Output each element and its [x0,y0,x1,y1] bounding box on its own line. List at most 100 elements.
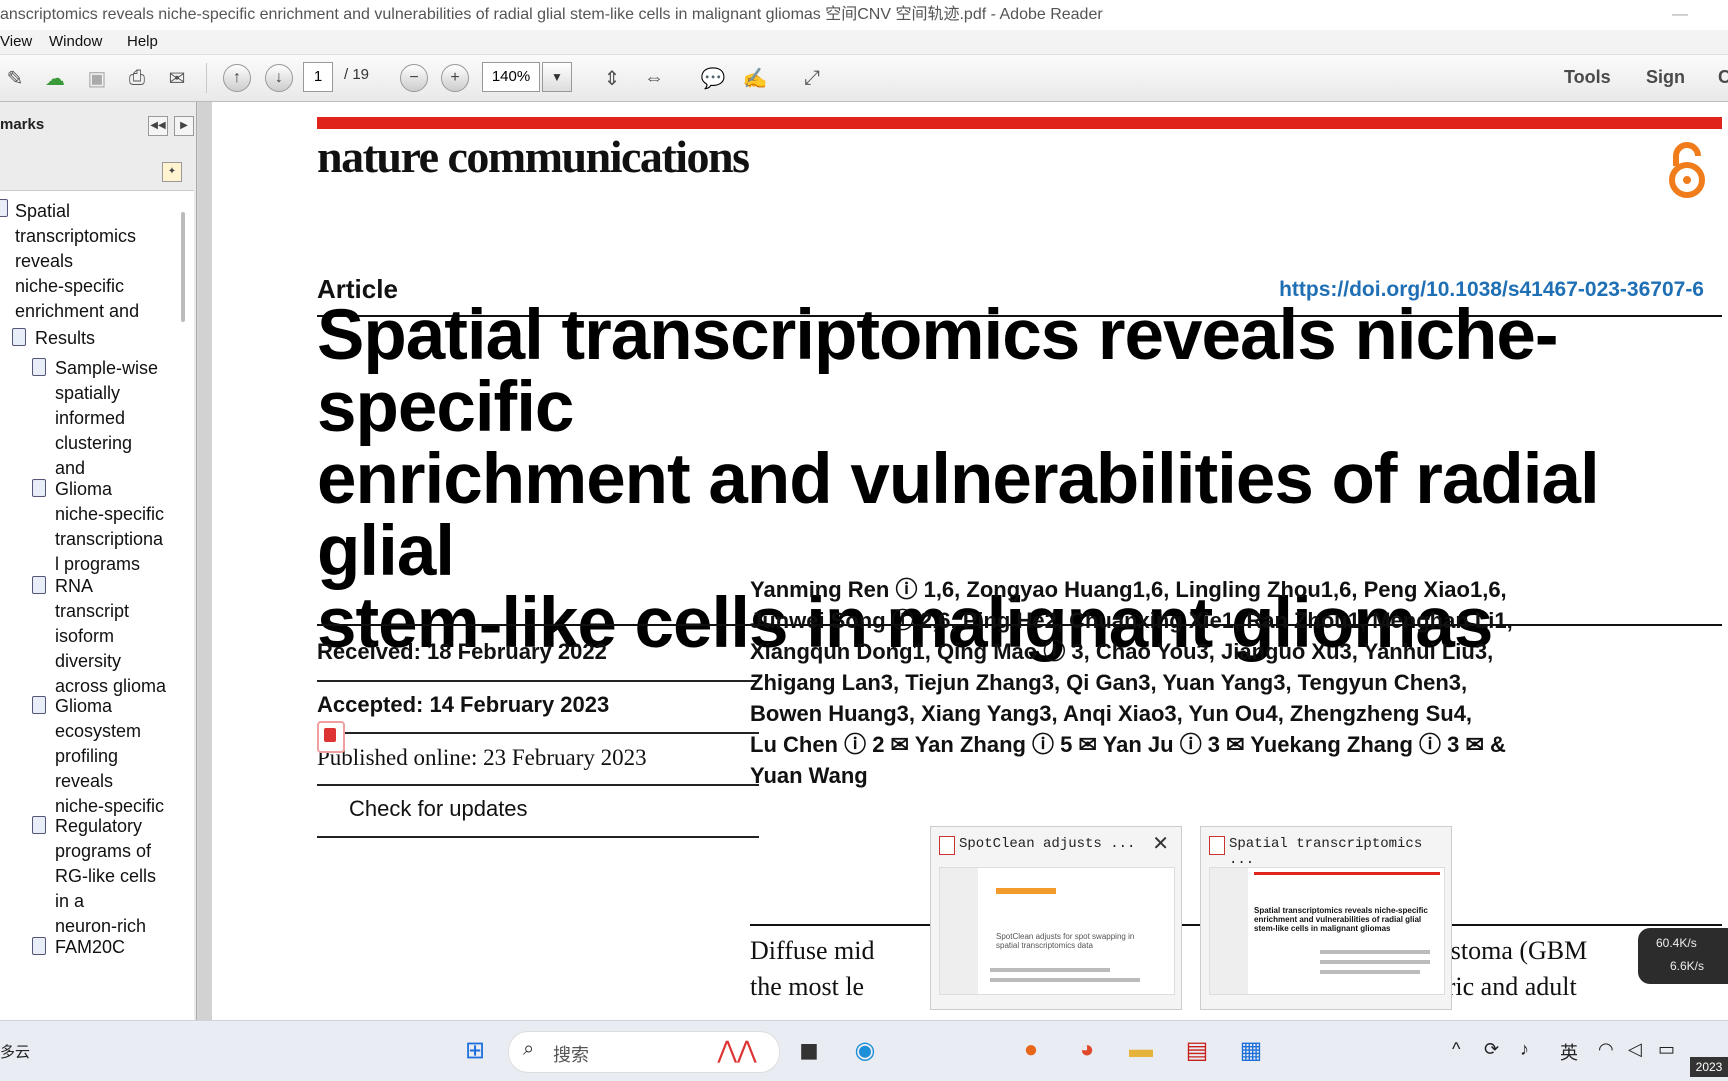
open-access-icon [1669,142,1705,198]
search-icon: ⌕ [523,1038,535,1060]
check-for-updates-link[interactable]: Check for updates [349,796,528,822]
journal-red-bar [317,117,1722,129]
fullscreen-icon[interactable]: ⤢ [797,63,827,93]
bookmark-icon [12,328,26,346]
bookmark-root[interactable]: Spatial transcriptomics reveals niche-sp… [15,199,139,324]
abstract-text: the most le [750,972,865,1001]
bookmarks-header: marks [0,116,45,133]
menu-bar: View Window Help [0,30,1728,55]
search-placeholder: 搜索 [553,1045,589,1065]
bookmark-tree: Spatial transcriptomics reveals niche-sp… [0,190,194,1021]
zoom-in-icon[interactable]: + [440,63,470,93]
taskbar-preview-spotclean[interactable]: SpotClean adjusts ... ✕ SpotClean adjust… [930,826,1182,1010]
taskbar-preview-spatial[interactable]: Spatial transcriptomics ... Spatial tran… [1200,826,1452,1010]
bookmark-item[interactable]: Glioma ecosystem profiling reveals niche-spe… [55,694,164,819]
zoom-out-icon[interactable]: − [399,63,429,93]
bookmarks-panel: marks ◀◀ ▶ ✦ Spatial transcriptomics rev… [0,102,197,1021]
system-clock[interactable]: 2023 [1690,1057,1728,1077]
upload-cloud-icon[interactable]: ☁ [40,63,70,93]
file-explorer-icon[interactable]: ▬ [1124,1033,1158,1067]
comment-button[interactable]: C [1718,67,1728,88]
email-icon[interactable]: ✉ [162,63,192,93]
menu-help[interactable]: Help [127,33,158,50]
close-icon[interactable]: ✕ [1152,831,1169,856]
bookmark-item[interactable]: Sample-wise spatially informed clustering an… [55,356,158,481]
next-page-icon[interactable]: ↓ [264,63,294,93]
wifi-icon[interactable]: ◠ [1598,1039,1614,1060]
windows-taskbar: 多云 ⊞ ⌕ 搜索 ⋀⋀ ◼ ◉ ● ◕ ▬ ▤ ▦ ^ ⟳ ♪ 英 ◠ ◁ ▭… [0,1020,1728,1081]
bookmark-results[interactable]: Results [35,326,95,351]
abstract-text: Diffuse mid [750,936,875,965]
window-title: anscriptomics reveals niche-specific enr… [0,6,1103,23]
sidebar-scrollbar[interactable] [181,212,185,322]
ime-indicator[interactable]: 英 [1560,1039,1578,1065]
pdf-file-icon [1209,836,1225,855]
bookmark-icon [0,199,8,217]
menu-window[interactable]: Window [49,33,102,50]
page-total: / 19 [344,66,370,83]
upload-speed: 60.4K/s [1656,936,1697,950]
divider [317,836,759,838]
bookmark-icon [32,696,46,714]
bookmark-item[interactable]: Glioma niche-specific transcriptiona l prog… [55,477,164,577]
sync-icon[interactable]: ⟳ [1484,1039,1499,1060]
received-date: Received: 18 February 2022 [317,639,607,664]
bookmark-item[interactable]: RNA transcript isoform diversity across glio… [55,574,166,699]
task-view-icon[interactable]: ◼ [792,1033,826,1067]
published-date: Published online: 23 February 2023 [317,745,647,770]
divider [317,732,759,734]
sign-button[interactable]: Sign [1646,67,1685,88]
preview-thumbnail: SpotClean adjusts for spot swapping in s… [939,867,1175,995]
bookmark-icon [32,816,46,834]
page-number-input[interactable]: 1 [303,62,333,92]
bookmark-icon [32,358,46,376]
preview-title: SpotClean adjusts ... [959,836,1136,852]
app-banner-icon[interactable]: ⋀⋀ [717,1033,756,1067]
bookmark-options-icon[interactable]: ✦ [162,162,182,182]
app-swirl-icon[interactable]: ◕ [1070,1033,1104,1067]
journal-name: nature communications [317,131,750,182]
divider [317,680,759,682]
minimize-button[interactable]: — [1672,0,1688,30]
show-hidden-icons[interactable]: ^ [1452,1039,1460,1060]
tools-button[interactable]: Tools [1564,67,1611,88]
collapse-panel-icon[interactable]: ◀◀ [148,116,168,136]
panel-options-icon[interactable]: ▶ [174,116,194,136]
save-icon[interactable]: ▣ [82,63,112,93]
comment-icon[interactable]: 💬 [698,63,728,93]
preview-title: Spatial transcriptomics ... [1229,836,1423,868]
image-viewer-icon[interactable]: ▦ [1234,1033,1268,1067]
adobe-reader-icon[interactable]: ▤ [1180,1033,1214,1067]
edge-browser-icon[interactable]: ◉ [848,1033,882,1067]
start-icon[interactable]: ⊞ [458,1033,492,1067]
firefox-icon[interactable]: ● [1014,1033,1048,1067]
bookmark-icon [32,479,46,497]
create-pdf-icon[interactable]: ✎ [0,63,30,93]
bookmark-icon [32,937,46,955]
toolbar: ✎ ☁ ▣ ⎙ ✉ ↑ ↓ [0,55,1728,102]
microphone-icon[interactable]: ♪ [1520,1039,1529,1060]
fit-width-icon[interactable]: ⇔ [639,63,669,93]
title-bar: anscriptomics reveals niche-specific enr… [0,0,1728,30]
prev-page-icon[interactable]: ↑ [222,63,252,93]
preview-thumbnail: Spatial transcriptomics reveals niche-sp… [1209,867,1445,995]
bookmark-icon [32,576,46,594]
zoom-dropdown-icon[interactable]: ▼ [542,62,572,92]
download-speed: 6.6K/s [1670,959,1705,973]
pdf-file-icon [939,836,955,855]
author-list: Yanming Ren ⓘ 1,6, Zongyao Huang1,6, Lin… [750,577,1513,788]
highlight-icon[interactable]: ✍ [740,63,770,93]
print-icon[interactable]: ⎙ [122,63,152,93]
zoom-level-input[interactable]: 140% [482,62,540,92]
divider [317,784,759,786]
accepted-date: Accepted: 14 February 2023 [317,692,610,717]
bookmark-item[interactable]: FAM20C [55,935,125,960]
weather-widget[interactable]: 多云 [0,1041,30,1062]
bookmark-item[interactable]: Regulatory programs of RG-like cells in a ne… [55,814,156,939]
check-updates-icon[interactable] [317,721,345,753]
menu-view[interactable]: View [0,33,32,50]
battery-icon[interactable]: ▭ [1658,1039,1675,1060]
volume-icon[interactable]: ◁ [1628,1039,1642,1060]
network-speed-widget: 60.4K/s 6.6K/s [1638,928,1728,984]
fit-page-icon[interactable]: ⇕ [597,63,627,93]
